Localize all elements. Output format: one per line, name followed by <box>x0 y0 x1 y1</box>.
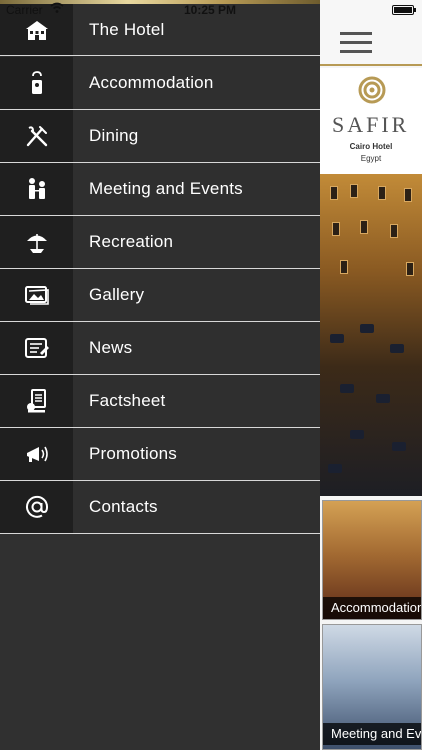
thumbnail-caption: Meeting and Events <box>323 723 421 745</box>
hotel-building-icon <box>25 20 48 40</box>
side-menu: The Hotel Accommodation Dining Meeting a… <box>0 0 320 750</box>
door-hanger-icon <box>31 71 42 94</box>
battery-icon <box>392 5 416 15</box>
menu-label: Promotions <box>73 428 320 480</box>
at-sign-icon <box>25 495 48 518</box>
logo-swirl-icon <box>358 76 386 104</box>
wifi-icon <box>50 2 64 13</box>
hotel-logo: SAFIR Cairo Hotel Egypt <box>320 68 422 174</box>
status-bar: Carrier 10:25 PM <box>0 0 422 20</box>
menu-label: Gallery <box>73 269 320 321</box>
carrier-label: Carrier <box>6 3 43 17</box>
factsheet-icon <box>26 389 46 413</box>
thumbnail-meeting-and-events[interactable]: Meeting and Events <box>322 624 422 750</box>
menu-label: News <box>73 322 320 374</box>
menu-item-recreation[interactable]: Recreation <box>0 216 320 269</box>
menu-item-contacts[interactable]: Contacts <box>0 481 320 534</box>
menu-item-promotions[interactable]: Promotions <box>0 428 320 481</box>
menu-label: Meeting and Events <box>73 163 320 215</box>
menu-item-gallery[interactable]: Gallery <box>0 269 320 322</box>
thumbnail-caption: Accommodation <box>323 597 421 619</box>
menu-item-accommodation[interactable]: Accommodation <box>0 57 320 110</box>
menu-label: Accommodation <box>73 57 320 109</box>
menu-item-dining[interactable]: Dining <box>0 110 320 163</box>
newspaper-icon <box>24 338 49 358</box>
menu-item-factsheet[interactable]: Factsheet <box>0 375 320 428</box>
thumbnail-accommodation[interactable]: Accommodation <box>322 500 422 620</box>
menu-label: Contacts <box>73 481 320 533</box>
menu-label: Recreation <box>73 216 320 268</box>
logo-subtitle: Cairo Hotel <box>349 142 393 151</box>
hero-image <box>320 174 422 496</box>
menu-item-news[interactable]: News <box>0 322 320 375</box>
logo-brand-text: SAFIR <box>332 112 410 137</box>
menu-label: Dining <box>73 110 320 162</box>
fork-knife-icon <box>26 126 47 147</box>
main-content: SAFIR Cairo Hotel Egypt Accommodation Me… <box>320 0 422 750</box>
megaphone-icon <box>26 446 48 462</box>
status-time: 10:25 PM <box>184 3 237 17</box>
beach-umbrella-icon <box>26 234 47 253</box>
photo-gallery-icon <box>24 286 49 305</box>
people-meeting-icon <box>28 178 45 199</box>
menu-item-meeting-and-events[interactable]: Meeting and Events <box>0 163 320 216</box>
hamburger-menu-button[interactable] <box>340 32 372 54</box>
logo-country: Egypt <box>360 154 382 163</box>
menu-label: Factsheet <box>73 375 320 427</box>
